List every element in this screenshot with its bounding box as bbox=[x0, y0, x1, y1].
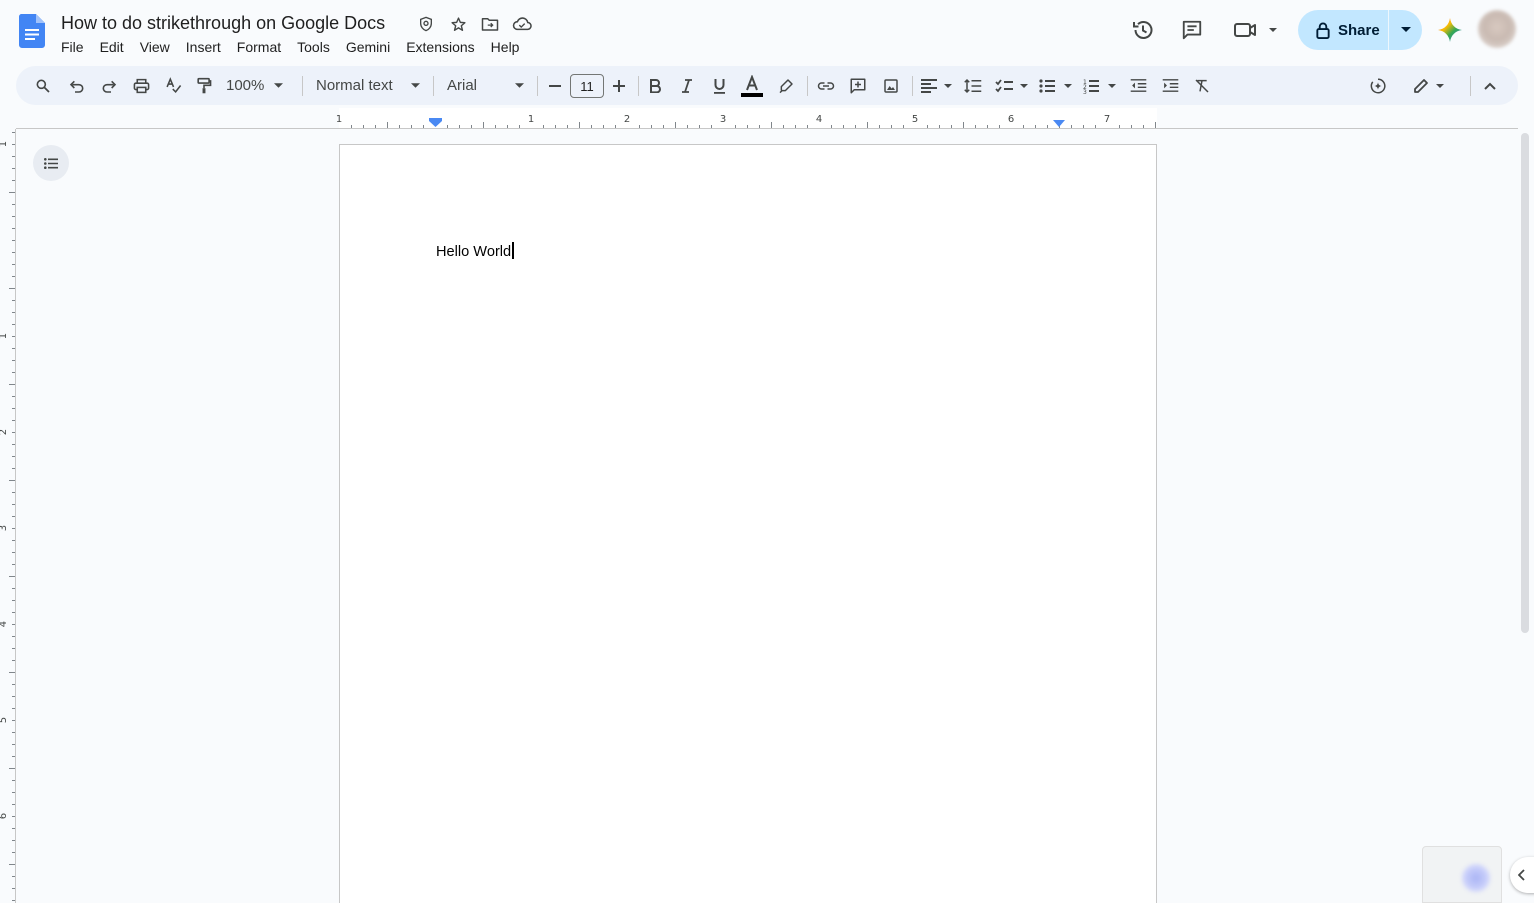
decrease-font-icon[interactable] bbox=[546, 66, 564, 105]
link-icon[interactable] bbox=[815, 66, 837, 105]
numbered-list-icon[interactable]: 123 bbox=[1082, 66, 1118, 105]
editing-mode-icon[interactable] bbox=[1412, 66, 1446, 105]
chevron-down-icon bbox=[1400, 27, 1411, 32]
ruler-label: 3 bbox=[720, 114, 726, 125]
ruler-label: 4 bbox=[0, 621, 9, 627]
font-size-input[interactable]: 11 bbox=[570, 74, 604, 98]
chevron-down-icon bbox=[274, 83, 284, 88]
menu-tools[interactable]: Tools bbox=[289, 37, 338, 57]
move-folder-icon[interactable] bbox=[474, 14, 506, 34]
share-button-group: Share bbox=[1298, 10, 1422, 50]
share-label: Share bbox=[1338, 21, 1380, 39]
document-body[interactable]: Hello World bbox=[436, 242, 514, 260]
line-spacing-icon[interactable] bbox=[962, 66, 984, 105]
ruler-label: 6 bbox=[0, 813, 9, 819]
menu-edit[interactable]: Edit bbox=[92, 37, 132, 57]
horizontal-ruler[interactable]: 1 1 2 3 4 5 6 7 bbox=[0, 108, 1534, 129]
ruler-label: 1 bbox=[336, 114, 342, 125]
avatar[interactable] bbox=[1478, 10, 1516, 48]
zoom-select[interactable]: 100% bbox=[226, 66, 288, 105]
chevron-down-icon bbox=[515, 83, 524, 88]
explore-icon bbox=[1462, 864, 1490, 892]
spellcheck-icon[interactable] bbox=[162, 66, 184, 105]
print-icon[interactable] bbox=[130, 66, 152, 105]
chevron-left-icon bbox=[1518, 869, 1525, 881]
text-color-icon[interactable] bbox=[739, 66, 765, 105]
ruler-label: 5 bbox=[912, 114, 918, 125]
underline-icon[interactable] bbox=[708, 66, 730, 105]
gemini-refine-icon[interactable] bbox=[1367, 66, 1389, 105]
vertical-ruler[interactable]: 1 1 2 3 4 5 6 bbox=[0, 129, 16, 903]
align-icon[interactable] bbox=[919, 66, 953, 105]
cloud-status-icon[interactable] bbox=[506, 14, 538, 34]
version-history-icon[interactable] bbox=[1124, 10, 1162, 50]
font-select[interactable]: Arial bbox=[447, 66, 524, 105]
gemini-icon[interactable] bbox=[1437, 17, 1463, 43]
chevron-down-icon bbox=[411, 83, 420, 88]
font-family-value: Arial bbox=[447, 77, 478, 94]
redo-icon[interactable] bbox=[98, 66, 120, 105]
meet-icon[interactable] bbox=[1230, 10, 1282, 50]
decrease-indent-icon[interactable] bbox=[1127, 66, 1149, 105]
ruler-label: 5 bbox=[0, 717, 9, 723]
menu-format[interactable]: Format bbox=[229, 37, 289, 57]
highlight-icon[interactable] bbox=[775, 66, 797, 105]
share-button[interactable]: Share bbox=[1298, 10, 1388, 50]
side-panel-toggle[interactable] bbox=[1510, 857, 1534, 893]
docs-logo-icon[interactable] bbox=[18, 14, 45, 48]
vertical-scrollbar[interactable] bbox=[1521, 133, 1529, 633]
paint-format-icon[interactable] bbox=[193, 66, 215, 105]
menu-gemini[interactable]: Gemini bbox=[338, 37, 398, 57]
ruler-label: 7 bbox=[1104, 114, 1110, 125]
ruler-label: 4 bbox=[816, 114, 822, 125]
ruler-label: 3 bbox=[0, 525, 9, 531]
ruler-label: 2 bbox=[624, 114, 630, 125]
document-outline-button[interactable] bbox=[33, 145, 69, 181]
lock-icon bbox=[1316, 22, 1330, 39]
bulleted-list-icon[interactable] bbox=[1038, 66, 1074, 105]
insert-image-icon[interactable] bbox=[880, 66, 902, 105]
ruler-label: 6 bbox=[1008, 114, 1014, 125]
bold-icon[interactable] bbox=[644, 66, 666, 105]
shield-icon[interactable] bbox=[410, 14, 442, 34]
body-text: Hello World bbox=[436, 244, 512, 260]
menu-insert[interactable]: Insert bbox=[178, 37, 229, 57]
paragraph-style-value: Normal text bbox=[316, 77, 393, 94]
search-icon[interactable] bbox=[32, 66, 54, 105]
outline-list-icon bbox=[44, 157, 58, 169]
menu-extensions[interactable]: Extensions bbox=[398, 37, 482, 57]
ruler-label: 1 bbox=[0, 333, 9, 339]
document-page[interactable]: Hello World bbox=[339, 144, 1157, 903]
share-dropdown-button[interactable] bbox=[1389, 10, 1422, 50]
add-comment-icon[interactable] bbox=[847, 66, 869, 105]
menu-view[interactable]: View bbox=[132, 37, 178, 57]
collapse-menu-icon[interactable] bbox=[1479, 66, 1501, 105]
zoom-value: 100% bbox=[226, 77, 265, 94]
clear-formatting-icon[interactable] bbox=[1191, 66, 1213, 105]
ruler-label: 1 bbox=[528, 114, 534, 125]
ruler-label: 1 bbox=[0, 141, 9, 147]
star-icon[interactable] bbox=[442, 14, 474, 34]
undo-icon[interactable] bbox=[66, 66, 88, 105]
text-cursor bbox=[512, 242, 514, 259]
menu-bar: File Edit View Insert Format Tools Gemin… bbox=[53, 37, 527, 57]
menu-file[interactable]: File bbox=[53, 37, 92, 57]
style-select[interactable]: Normal text bbox=[316, 66, 420, 105]
comments-icon[interactable] bbox=[1173, 10, 1211, 50]
increase-font-icon[interactable] bbox=[610, 66, 628, 105]
toolbar: 100% Normal text Arial 11 1 2 3 bbox=[16, 66, 1518, 105]
increase-indent-icon[interactable] bbox=[1159, 66, 1181, 105]
svg-text:3: 3 bbox=[1083, 89, 1087, 94]
italic-icon[interactable] bbox=[676, 66, 698, 105]
menu-help[interactable]: Help bbox=[483, 37, 528, 57]
checklist-icon[interactable] bbox=[994, 66, 1030, 105]
ruler-label: 2 bbox=[0, 429, 9, 435]
document-title[interactable]: How to do strikethrough on Google Docs bbox=[61, 13, 385, 34]
